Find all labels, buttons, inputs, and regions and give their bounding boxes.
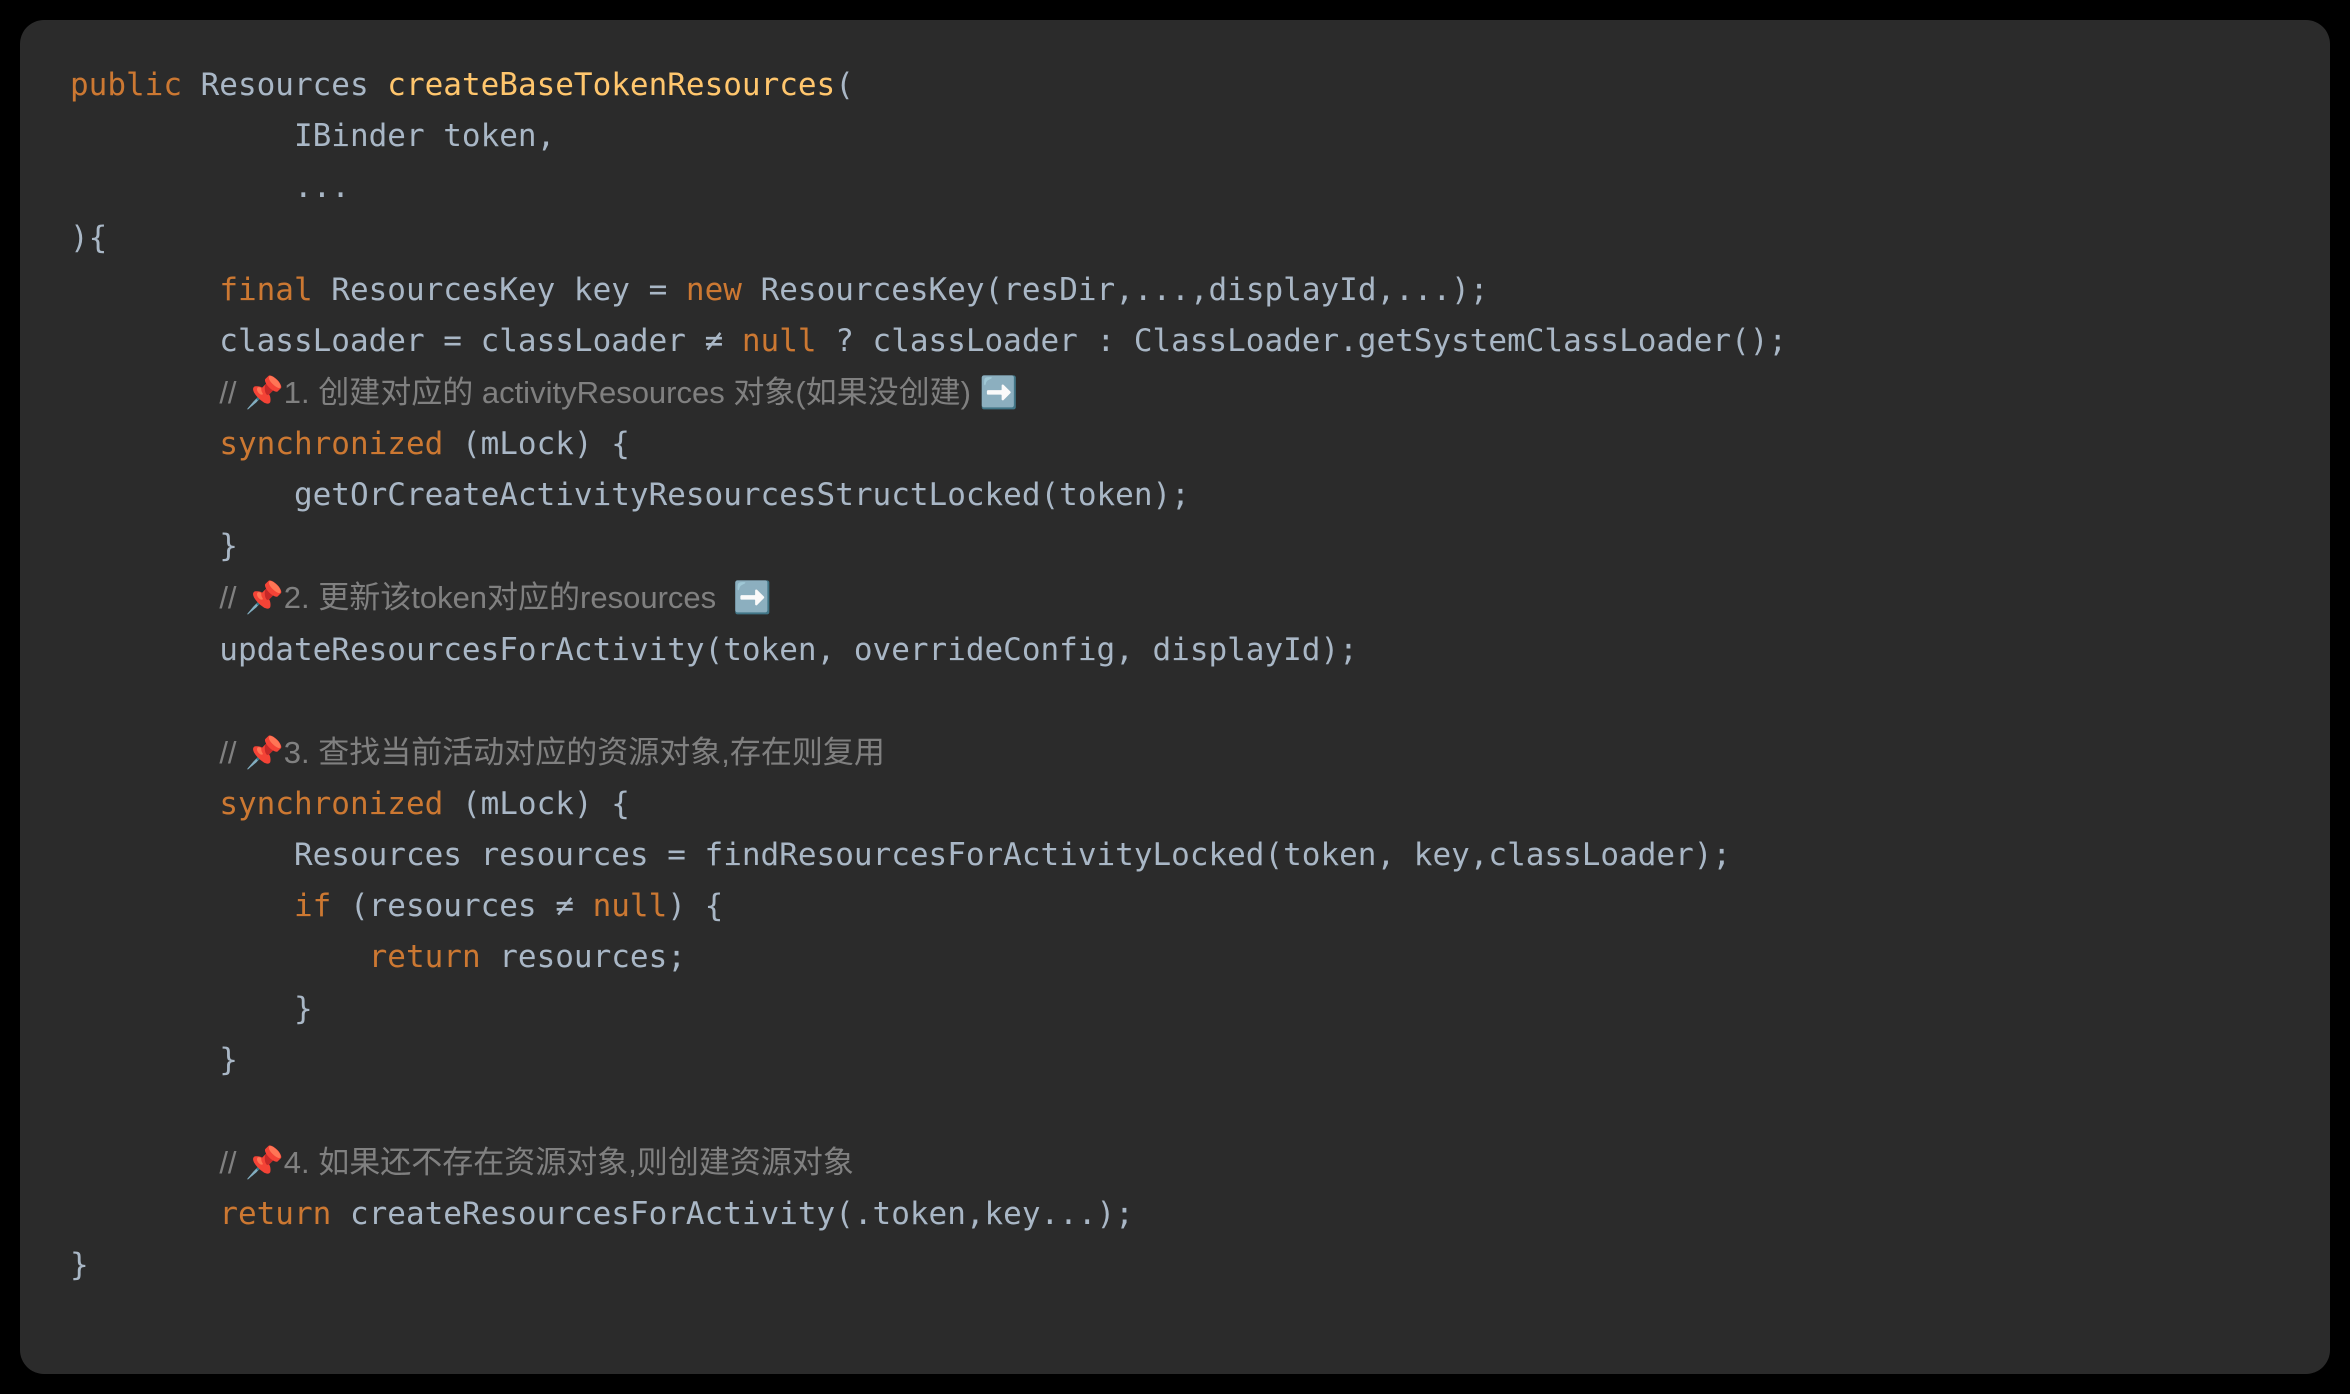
code-text: (mLock) { — [443, 426, 630, 462]
type-resources: Resources — [182, 67, 387, 103]
param-line: IBinder token, — [70, 118, 555, 154]
keyword-null: null — [593, 888, 668, 924]
indent — [70, 786, 219, 822]
brace-open: ){ — [70, 220, 107, 256]
code-text: ResourcesKey(resDir,...,displayId,...); — [742, 272, 1489, 308]
keyword-synchronized: synchronized — [219, 786, 443, 822]
comment-step-3: // 📌3. 查找当前活动对应的资源对象,存在则复用 — [219, 735, 885, 770]
code-text: getOrCreateActivityResourcesStructLocked… — [70, 477, 1190, 513]
indent — [70, 272, 219, 308]
keyword-new: new — [686, 272, 742, 308]
indent — [70, 735, 219, 771]
code-text: Resources resources = findResourcesForAc… — [70, 837, 1731, 873]
indent — [70, 888, 294, 924]
code-text: (mLock) { — [443, 786, 630, 822]
indent — [70, 375, 219, 411]
comment-step-2: // 📌2. 更新该token对应的resources ➡️ — [219, 580, 772, 615]
method-name: createBaseTokenResources — [387, 67, 835, 103]
code-text: classLoader = classLoader ≠ — [70, 323, 742, 359]
code-text: resources; — [481, 939, 686, 975]
brace-close: } — [70, 528, 238, 564]
code-text: updateResourcesForActivity(token, overri… — [70, 632, 1358, 668]
indent — [70, 1196, 219, 1232]
paren-open: ( — [835, 67, 854, 103]
code-text: ) { — [667, 888, 723, 924]
indent — [70, 939, 369, 975]
keyword-return: return — [369, 939, 481, 975]
comment-step-4: // 📌4. 如果还不存在资源对象,则创建资源对象 — [219, 1145, 854, 1180]
keyword-public: public — [70, 67, 182, 103]
brace-close: } — [70, 1042, 238, 1078]
keyword-null: null — [742, 323, 817, 359]
keyword-return: return — [219, 1196, 331, 1232]
indent — [70, 1145, 219, 1181]
code-window: public Resources createBaseTokenResource… — [20, 20, 2330, 1374]
code-text: createResourcesForActivity(.token,key...… — [331, 1196, 1134, 1232]
brace-close: } — [70, 991, 313, 1027]
brace-close: } — [70, 1247, 89, 1283]
code-text: ResourcesKey key = — [313, 272, 686, 308]
param-ellipsis: ... — [70, 169, 350, 205]
indent — [70, 426, 219, 462]
code-text: (resources ≠ — [331, 888, 592, 924]
comment-step-1: // 📌1. 创建对应的 activityResources 对象(如果没创建)… — [219, 375, 1018, 410]
code-block: public Resources createBaseTokenResource… — [70, 60, 2280, 1291]
code-text: ? classLoader : ClassLoader.getSystemCla… — [817, 323, 1788, 359]
keyword-synchronized: synchronized — [219, 426, 443, 462]
keyword-final: final — [219, 272, 312, 308]
keyword-if: if — [294, 888, 331, 924]
indent — [70, 580, 219, 616]
